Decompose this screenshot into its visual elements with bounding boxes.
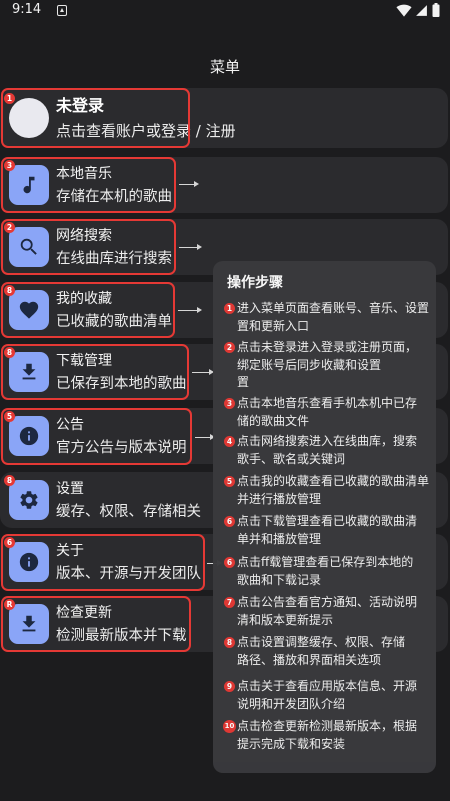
annotation-outline [1, 219, 176, 275]
wifi-icon [396, 4, 412, 17]
annotation-outline [1, 408, 192, 465]
step-line: 路径、播放和界面相关选项 [237, 652, 382, 667]
steps-panel: 操作步骤 1 进入菜单页面查看账号、音乐、设置 置和更新入口 2 点击未登录进入… [213, 261, 436, 773]
annotation-arrow [192, 369, 214, 375]
step-number: 9 [224, 681, 235, 692]
step-line: 进入菜单页面查看账号、音乐、设置 [237, 301, 430, 315]
step-line: 点击我的收藏查看已收藏的歌曲清单 [237, 474, 430, 488]
status-time: 9:14 [12, 2, 42, 17]
step-line: 置 [237, 375, 250, 389]
annotation-outline [1, 282, 175, 338]
annotation-outline [1, 596, 191, 652]
notification-icon [57, 5, 67, 16]
step-number: 1 [224, 303, 235, 314]
step-line: 点击关于查看应用版本信息、开源 [237, 679, 418, 693]
step-line: 歌曲和下载记录 [237, 572, 322, 587]
step-number: 4 [224, 436, 235, 447]
step-number: 6 [224, 557, 235, 568]
step-number: 8 [224, 637, 235, 648]
annotation-outline [1, 88, 190, 148]
step-line: 清和版本更新提示 [237, 612, 334, 627]
menu-item-subtitle: 缓存、权限、存储相关 [56, 504, 201, 520]
step-line: 并进行播放管理 [237, 491, 322, 506]
annotation-arrow [178, 307, 202, 313]
annotation-outline [1, 534, 205, 591]
gear-icon [9, 480, 49, 520]
step-line: 点击本地音乐查看手机本机中已存 [237, 396, 418, 410]
steps-panel-title: 操作步骤 [227, 275, 283, 291]
step-line: 点击ff载管理查看已保存到本地的 [237, 555, 414, 569]
step-number: 5 [224, 476, 235, 487]
annotation-badge: 8 [4, 475, 15, 486]
step-line: 点击设置调整缓存、权限、存储 [237, 635, 406, 649]
step-line: 点击下载管理查看已收藏的歌曲清 [237, 514, 418, 528]
annotation-outline [1, 344, 189, 400]
step-line: 点击网络搜索进入在线曲库，搜索 [237, 434, 418, 448]
step-line: 储的歌曲文件 [237, 413, 310, 428]
annotation-badge: 8 [4, 347, 15, 358]
step-line: 歌手、歌名或关键词 [237, 451, 346, 466]
annotation-badge: 6 [4, 537, 15, 548]
annotation-arrow [179, 181, 199, 187]
step-number: 6 [224, 516, 235, 527]
step-line: 点击未登录进入登录或注册页面， [237, 340, 418, 354]
annotation-badge: 1 [4, 93, 15, 104]
annotation-badge: R [4, 599, 15, 610]
step-line: 点击公告查看官方通知、活动说明 [237, 595, 418, 609]
step-line: 提示完成下载和安装 [237, 736, 346, 751]
annotation-badge: 5 [4, 411, 15, 422]
step-line: 点击检查更新检测最新版本，根据 [237, 719, 418, 733]
step-line: 置和更新入口 [237, 318, 310, 333]
annotation-outline [1, 157, 176, 213]
step-line: 说明和开发团队介绍 [237, 696, 346, 711]
step-number: 7 [224, 597, 235, 608]
step-line: 绑定账号后同步收藏和设置 [237, 357, 382, 372]
annotation-badge: 2 [4, 222, 15, 233]
step-line: 单并和播放管理 [237, 531, 322, 546]
step-number: 10 [223, 720, 236, 733]
battery-icon [432, 3, 440, 17]
signal-icon [416, 5, 427, 16]
annotation-badge: 3 [4, 160, 15, 171]
annotation-badge: 8 [4, 285, 15, 296]
page-title: 菜单 [209, 58, 240, 76]
step-number: 2 [224, 342, 235, 353]
step-number: 3 [224, 398, 235, 409]
annotation-arrow [195, 434, 215, 440]
annotation-arrow [179, 244, 202, 250]
menu-item-title: 设置 [56, 481, 84, 497]
